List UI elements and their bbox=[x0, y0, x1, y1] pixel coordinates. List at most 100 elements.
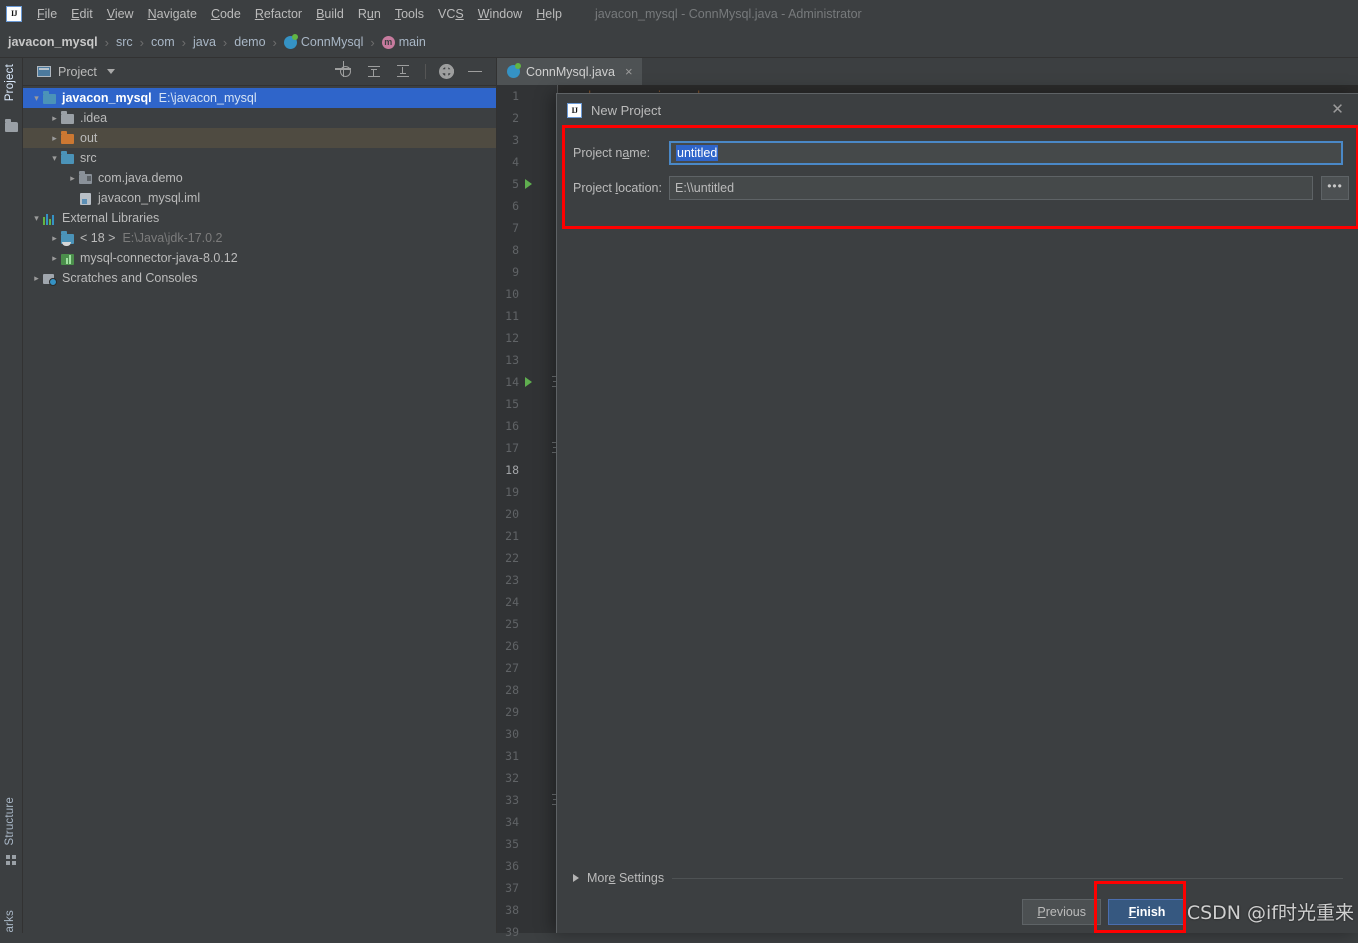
tree-expand-arrow[interactable] bbox=[49, 154, 60, 163]
tree-node-out[interactable]: out bbox=[23, 128, 496, 148]
line-number-27: 27 bbox=[505, 661, 519, 675]
strip-button-bookmarks[interactable]: arks bbox=[4, 910, 16, 933]
line-number-4: 4 bbox=[512, 155, 519, 169]
tree-node-javacon-mysql[interactable]: javacon_mysql E:\javacon_mysql bbox=[23, 88, 496, 108]
tree-expand-arrow[interactable] bbox=[31, 274, 42, 283]
project-tree: javacon_mysql E:\javacon_mysql .idea out src… bbox=[23, 86, 496, 288]
line-number-32: 32 bbox=[505, 771, 519, 785]
line-number-25: 25 bbox=[505, 617, 519, 631]
tree-node-label: .idea bbox=[80, 111, 108, 125]
browse-button[interactable]: ••• bbox=[1321, 176, 1349, 200]
line-number-12: 12 bbox=[505, 331, 519, 345]
close-icon[interactable]: × bbox=[625, 65, 633, 78]
folder-icon[interactable] bbox=[5, 119, 18, 132]
tree-node--idea[interactable]: .idea bbox=[23, 108, 496, 128]
minimize-icon[interactable] bbox=[468, 64, 484, 80]
expand-all-icon[interactable] bbox=[367, 64, 383, 80]
editor-tab-label: ConnMysql.java bbox=[526, 64, 615, 79]
locate-icon[interactable] bbox=[338, 64, 354, 80]
breadcrumb-item-javacon-mysql[interactable]: javacon_mysql bbox=[8, 35, 98, 49]
project-name-input[interactable]: untitled bbox=[669, 141, 1343, 165]
finish-button[interactable]: Finish bbox=[1108, 899, 1186, 925]
menu-item-refactor[interactable]: Refactor bbox=[248, 4, 309, 24]
editor-gutter[interactable]: 1 2 3 4 5 6 7 8 9 10 11 12 13 14 15 16 17 18 19 20 21 22 23 24 2… bbox=[497, 85, 557, 939]
project-tool-window: Project javacon_mysql E:\javacon_mysql .id… bbox=[23, 58, 497, 933]
menu-item-file[interactable]: File bbox=[30, 4, 64, 24]
line-number-28: 28 bbox=[505, 683, 519, 697]
gear-icon[interactable] bbox=[439, 63, 455, 80]
tree-expand-arrow[interactable] bbox=[31, 94, 42, 103]
menu-item-window[interactable]: Window bbox=[471, 4, 529, 24]
tree-node--18-[interactable]: < 18 > E:\Java\jdk-17.0.2 bbox=[23, 228, 496, 248]
editor-tab-connmysql[interactable]: ConnMysql.java × bbox=[497, 58, 642, 85]
menu-item-navigate[interactable]: Navigate bbox=[141, 4, 204, 24]
tree-expand-arrow[interactable] bbox=[49, 234, 60, 243]
line-number-19: 19 bbox=[505, 485, 519, 499]
line-number-6: 6 bbox=[512, 199, 519, 213]
tree-node-com-java-demo[interactable]: com.java.demo bbox=[23, 168, 496, 188]
tree-expand-arrow[interactable] bbox=[49, 254, 60, 263]
menu-item-code[interactable]: Code bbox=[204, 4, 248, 24]
tree-node-src[interactable]: src bbox=[23, 148, 496, 168]
breadcrumb-separator: › bbox=[222, 34, 228, 50]
menu-item-edit[interactable]: Edit bbox=[64, 4, 100, 24]
tree-expand-arrow[interactable] bbox=[31, 214, 42, 223]
breadcrumb-item-com[interactable]: com bbox=[151, 35, 175, 49]
line-number-35: 35 bbox=[505, 837, 519, 851]
breadcrumb-label: java bbox=[192, 35, 216, 49]
dialog-close-button[interactable]: ✕ bbox=[1330, 102, 1345, 117]
chevron-down-icon[interactable] bbox=[106, 69, 115, 74]
breadcrumb-item-demo[interactable]: demo bbox=[234, 35, 265, 49]
intellij-logo-icon: IJ bbox=[6, 5, 22, 22]
tree-expand-arrow[interactable] bbox=[49, 114, 60, 123]
folder-icon bbox=[60, 110, 75, 125]
left-tool-strip: Project Structure arks bbox=[0, 58, 23, 933]
tree-expand-arrow[interactable] bbox=[67, 174, 78, 183]
breadcrumb-item-main[interactable]: m main bbox=[381, 35, 426, 49]
tree-node-label: src bbox=[80, 151, 97, 165]
tree-node-javacon-mysql-iml[interactable]: javacon_mysql.iml bbox=[23, 188, 496, 208]
tree-node-external-libraries[interactable]: External Libraries bbox=[23, 208, 496, 228]
module-icon bbox=[42, 90, 57, 105]
tree-node-mysql-connector-java-8-0-12[interactable]: mysql-connector-java-8.0.12 bbox=[23, 248, 496, 268]
breadcrumb[interactable]: javacon_mysql › src › com › java › demo › ConnMysq… bbox=[0, 27, 1358, 58]
line-number-10: 10 bbox=[505, 287, 519, 301]
menu-item-tools[interactable]: Tools bbox=[388, 4, 431, 24]
menu-item-build[interactable]: Build bbox=[309, 4, 351, 24]
package-icon bbox=[78, 170, 93, 185]
tree-node-scratches-and-consoles[interactable]: Scratches and Consoles bbox=[23, 268, 496, 288]
line-number-15: 15 bbox=[505, 397, 519, 411]
menu-item-help[interactable]: Help bbox=[529, 4, 569, 24]
project-location-value: E:\\untitled bbox=[675, 181, 735, 195]
iml-file-icon bbox=[78, 192, 93, 205]
previous-button[interactable]: Previous bbox=[1022, 899, 1101, 925]
run-marker-icon[interactable] bbox=[525, 377, 532, 387]
structure-icon[interactable] bbox=[6, 855, 17, 865]
tree-expand-arrow[interactable] bbox=[49, 134, 60, 143]
strip-button-structure[interactable]: Structure bbox=[4, 797, 16, 845]
window-title: javacon_mysql - ConnMysql.java - Adminis… bbox=[594, 6, 862, 21]
run-marker-icon[interactable] bbox=[525, 179, 532, 189]
line-number-26: 26 bbox=[505, 639, 519, 653]
line-number-11: 11 bbox=[505, 309, 519, 323]
breadcrumb-item-src[interactable]: src bbox=[116, 35, 133, 49]
dialog-title: New Project bbox=[591, 102, 662, 118]
line-number-16: 16 bbox=[505, 419, 519, 433]
strip-button-project[interactable]: Project bbox=[4, 64, 16, 101]
more-settings-section[interactable]: More Settings bbox=[573, 870, 1343, 886]
menu-item-run[interactable]: Run bbox=[351, 4, 388, 24]
line-number-9: 9 bbox=[512, 265, 519, 279]
tree-node-path: E:\javacon_mysql bbox=[158, 91, 257, 105]
line-number-5: 5 bbox=[512, 177, 519, 191]
project-location-label: Project location: bbox=[573, 181, 662, 195]
breadcrumb-item-java[interactable]: java bbox=[193, 35, 216, 49]
collapse-all-icon[interactable] bbox=[396, 64, 412, 80]
menu-item-view[interactable]: View bbox=[100, 4, 141, 24]
breadcrumb-item-connmysql[interactable]: ConnMysql bbox=[283, 33, 363, 49]
line-number-23: 23 bbox=[505, 573, 519, 587]
project-location-input[interactable]: E:\\untitled bbox=[669, 176, 1313, 200]
toolbar-divider bbox=[425, 64, 426, 79]
tree-node-label: out bbox=[80, 131, 98, 145]
line-number-33: 33 bbox=[505, 793, 519, 807]
menu-item-vcs[interactable]: VCS bbox=[431, 4, 471, 24]
